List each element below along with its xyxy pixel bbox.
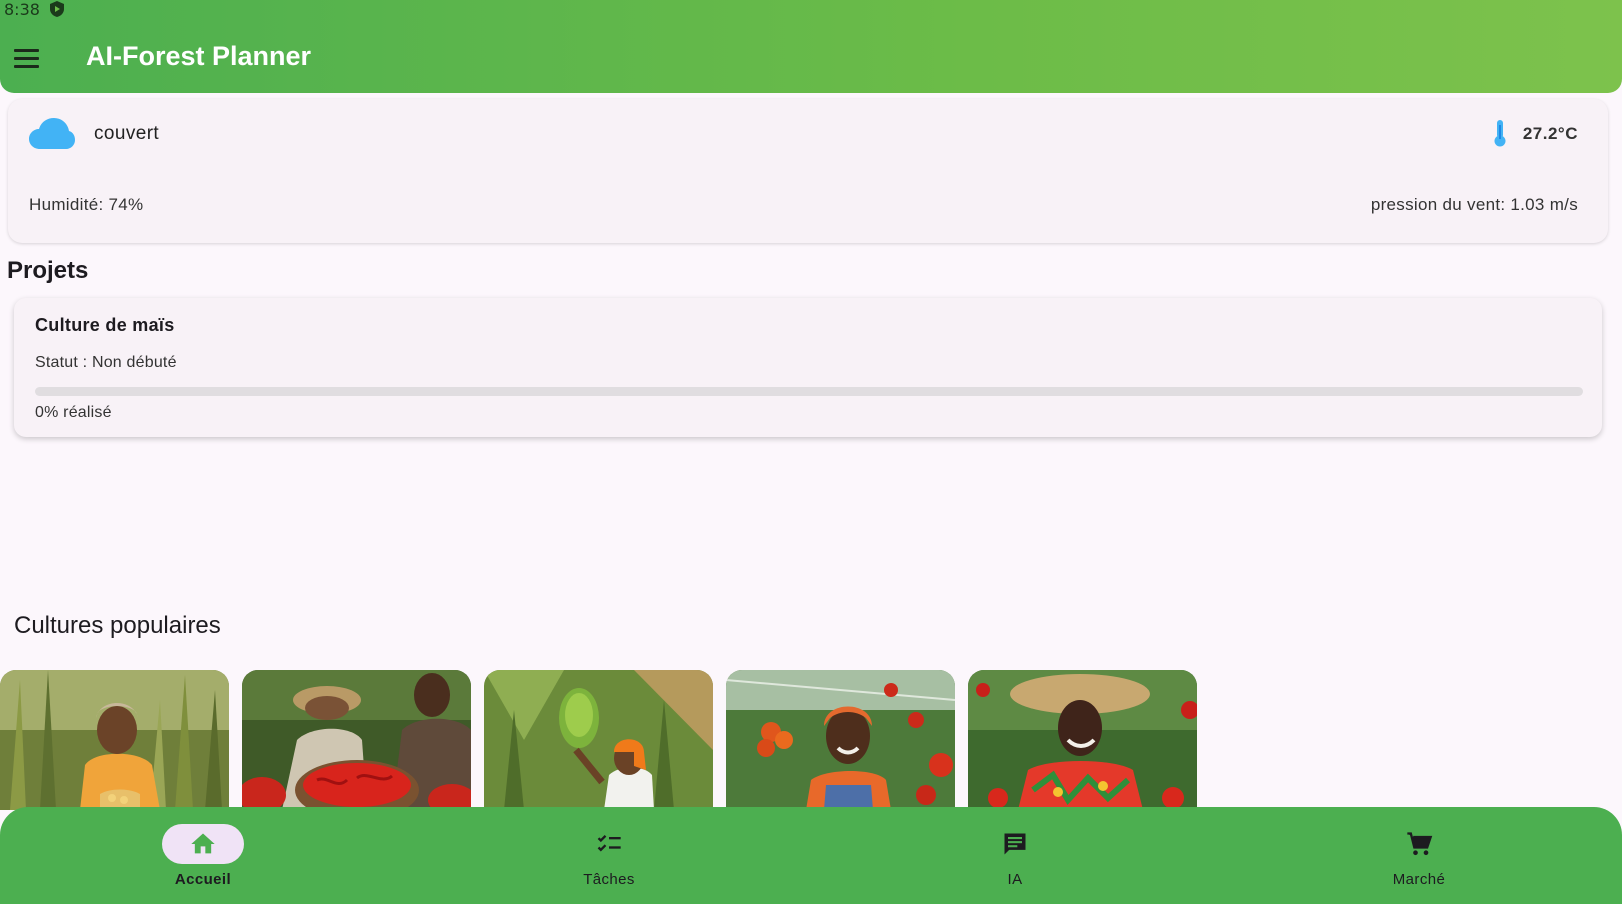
app-title: AI-Forest Planner [86, 41, 312, 71]
popular-crops-heading: Cultures populaires [14, 612, 221, 639]
crop-card-banana[interactable] [484, 670, 713, 810]
pepper-farmer-photo [968, 670, 1197, 810]
menu-icon-bar [14, 56, 39, 60]
crop-card-pepper[interactable] [968, 670, 1197, 810]
nav-item-ia[interactable]: IA [812, 807, 1218, 904]
app-bar: 8:38 AI-Forest Planner [0, 0, 1622, 93]
nav-label-ia: IA [1007, 871, 1023, 888]
thermometer-icon [1494, 120, 1506, 147]
status-time: 8:38 [4, 0, 40, 19]
project-name: Culture de maïs [35, 315, 175, 335]
crop-card-chili[interactable] [242, 670, 471, 810]
chili-harvest-photo [242, 670, 471, 810]
crop-card-maize[interactable] [0, 670, 229, 810]
banana-farmer-photo [484, 670, 713, 810]
shield-icon [50, 1, 64, 17]
humidity-value: Humidité: 74% [29, 195, 144, 214]
maize-farmer-photo [0, 670, 229, 810]
temperature-value: 27.2°C [1522, 124, 1578, 143]
bottom-navigation: Accueil Tâches IA Marché [0, 807, 1622, 904]
project-status: Statut : Non débuté [35, 354, 177, 371]
nav-item-marche[interactable]: Marché [1216, 807, 1622, 904]
nav-label-marche: Marché [1392, 871, 1446, 888]
projects-heading: Projets [7, 257, 89, 284]
tomato-farmer-photo [726, 670, 955, 810]
project-progress-text: 0% réalisé [35, 404, 112, 421]
crop-card-tomato[interactable] [726, 670, 955, 810]
menu-icon-bar [14, 48, 39, 52]
cloud-icon [29, 118, 75, 149]
cart-icon [1407, 832, 1433, 856]
nav-item-taches[interactable]: Tâches [406, 807, 812, 904]
nav-item-accueil[interactable]: Accueil [0, 807, 406, 904]
menu-button[interactable] [14, 43, 46, 73]
project-card[interactable]: Culture de maïs Statut : Non débuté 0% r… [14, 298, 1602, 437]
wind-value: pression du vent: 1.03 m/s [1370, 195, 1578, 214]
nav-label-taches: Tâches [583, 871, 635, 888]
checklist-icon [597, 835, 621, 852]
menu-icon-bar [14, 64, 39, 68]
weather-condition: couvert [94, 123, 160, 144]
weather-card: couvert 27.2°C Humidité: 74% pression du… [8, 99, 1608, 243]
home-icon [191, 833, 215, 854]
chat-icon [1004, 833, 1026, 855]
nav-label-accueil: Accueil [174, 871, 232, 888]
project-progress-bar [35, 387, 1583, 396]
popular-crops-carousel[interactable] [0, 670, 1622, 810]
